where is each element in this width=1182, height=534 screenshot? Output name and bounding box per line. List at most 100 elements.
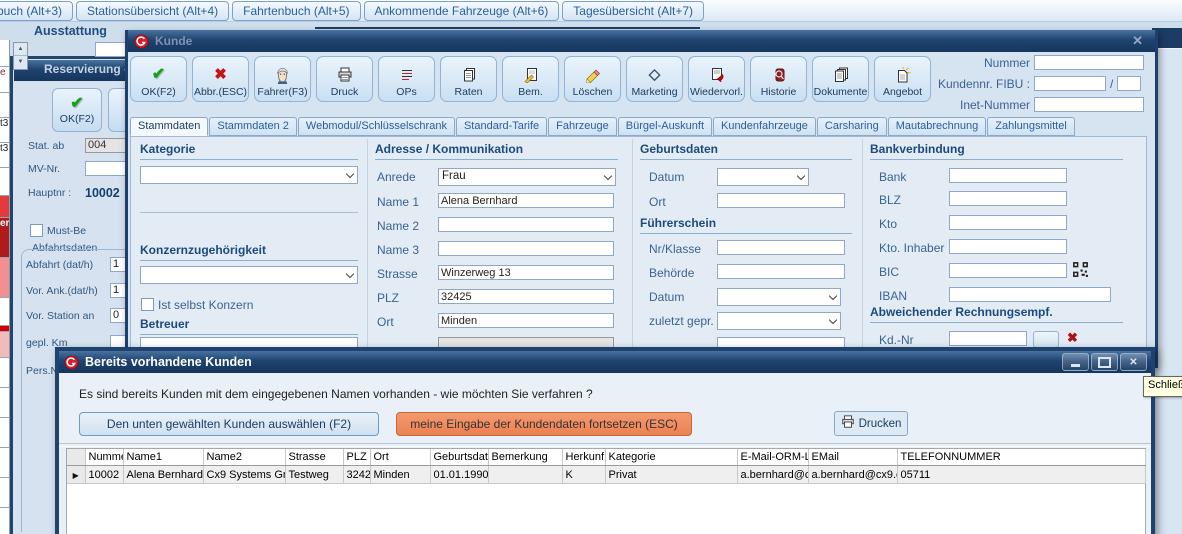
clear-x-icon[interactable]: ✖ [1067,330,1078,346]
abbrechen-button[interactable]: ✖ Abbr.(ESC) [192,56,249,102]
minimize-icon[interactable] [1062,353,1089,371]
kto-inhaber-field[interactable] [949,239,1067,254]
qr-code-icon[interactable] [1072,261,1089,283]
column-header[interactable]: Ort [370,449,430,466]
column-header[interactable]: EMail [808,449,897,466]
column-header[interactable]: Kategorie [605,449,737,466]
loeschen-button[interactable]: Löschen [564,56,621,102]
historie-button[interactable]: Historie [750,56,807,102]
anrede-select[interactable]: Frau [438,168,616,186]
tab-buergel-auskunft[interactable]: Bürgel-Auskunft [618,117,712,136]
kategorie-select[interactable] [140,166,358,184]
ops-button[interactable]: OPs [378,56,435,102]
cell-telefonnummer[interactable]: 05711 [897,466,1145,484]
kundennr-fibu-field[interactable] [1034,76,1106,91]
ort-field[interactable] [438,313,614,328]
marketing-button[interactable]: ◇ Marketing [626,56,683,102]
menu-tab-buch[interactable]: buch (Alt+3) [0,1,73,21]
cell-kategorie[interactable]: Privat [605,466,737,484]
ist-selbst-konzern-checkbox[interactable] [141,298,154,311]
bemerkung-button[interactable]: Bem. [502,56,559,102]
continue-entry-button[interactable]: meine Eingabe der Kundendaten fortsetzen… [396,412,692,436]
bank-field[interactable] [949,168,1067,183]
spinner-control[interactable]: ▲ ▼ [13,42,28,70]
kd-nr-lookup-button[interactable] [1033,331,1059,348]
druck-button[interactable]: Druck [316,56,373,102]
select-customer-button[interactable]: Den unten gewählten Kunden auswählen (F2… [79,412,379,436]
cell-ort[interactable]: Minden [370,466,430,484]
kundennr-fibu-field2[interactable] [1117,76,1141,91]
blz-field[interactable] [949,191,1067,206]
close-icon[interactable]: ✕ [1132,33,1143,49]
strasse-field[interactable] [438,265,614,280]
column-header[interactable]: E-Mail-ORM-Lo [737,449,808,466]
name2-field[interactable] [438,217,614,232]
must-be-checkbox[interactable] [30,224,43,237]
column-header[interactable]: Numme [85,449,123,466]
cell-name2[interactable]: Cx9 Systems Gm [203,466,285,484]
tab-stammdaten-2[interactable]: Stammdaten 2 [209,117,297,136]
nr-klasse-field[interactable] [717,240,845,255]
inet-nummer-field[interactable] [1034,97,1144,112]
cell-name1[interactable]: Alena Bernhard [123,466,203,484]
reservierung-ok-button[interactable]: ✔ OK(F2) [52,88,102,132]
iban-field[interactable] [949,287,1111,302]
geburt-datum-select[interactable] [717,168,809,186]
kto-field[interactable] [949,215,1067,230]
column-header[interactable]: Bemerkung [488,449,562,466]
tab-standard-tarife[interactable]: Standard-Tarife [456,117,547,136]
bic-field[interactable] [949,263,1067,278]
tab-zahlungsmittel[interactable]: Zahlungsmittel [987,117,1075,136]
fahrer-button[interactable]: Fahrer(F3) [254,56,311,102]
column-header[interactable]: PLZ [343,449,370,466]
behoerde-field[interactable] [717,264,845,279]
cell-bemerkung[interactable] [488,466,562,484]
column-header[interactable]: Geburtsdat [430,449,488,466]
spinner-up-icon[interactable]: ▲ [14,43,27,56]
spinner-down-icon[interactable]: ▼ [14,56,27,68]
tab-kundenfahrzeuge[interactable]: Kundenfahrzeuge [713,117,816,136]
menu-tab-stationsuebersicht[interactable]: Stationsübersicht (Alt+4) [76,1,229,21]
dokumente-button[interactable]: Dokumente [812,56,869,102]
menu-tab-ankommende-fahrzeuge[interactable]: Ankommende Fahrzeuge (Alt+6) [364,1,560,21]
tab-mautabrechnung[interactable]: Mautabrechnung [888,117,987,136]
tab-stammdaten[interactable]: Stammdaten [130,117,208,136]
menu-tab-fahrtenbuch[interactable]: Fahrtenbuch (Alt+5) [232,1,360,21]
plz-field[interactable] [438,289,614,304]
reservierung-title-bar[interactable]: Reservierung - D [14,60,138,81]
cell-strasse[interactable]: Testweg [285,466,343,484]
kd-nr-field[interactable] [949,331,1027,346]
column-header[interactable]: TELEFONNUMMER [897,449,1145,466]
raten-button[interactable]: Raten [440,56,497,102]
tab-webmodul[interactable]: Webmodul/Schlüsselschrank [298,117,455,136]
fs-datum-select[interactable] [717,288,841,306]
kunde-title-bar[interactable]: Kunde ✕ [128,30,1155,52]
customer-table[interactable]: Numme Name1 Name2 Strasse PLZ Ort Geburt… [67,449,1146,484]
tab-fahrzeuge[interactable]: Fahrzeuge [548,117,617,136]
ok-button[interactable]: ✔ OK(F2) [130,56,187,102]
ausstattung-field[interactable] [95,42,128,57]
cell-nummer[interactable]: 10002 [85,466,123,484]
table-row[interactable]: ▶ 10002 Alena Bernhard Cx9 Systems Gm Te… [67,466,1145,484]
konzern-select[interactable] [140,266,358,284]
column-header[interactable]: Strasse [285,449,343,466]
cell-geburtsdatum[interactable]: 01.01.1990 [430,466,488,484]
maximize-icon[interactable] [1091,353,1118,371]
name1-field[interactable] [438,193,614,208]
name3-field[interactable] [438,241,614,256]
cell-email[interactable]: a.bernhard@cx9.c [808,466,897,484]
zuletzt-gepr-select[interactable] [717,312,841,330]
cell-plz[interactable]: 3242! [343,466,370,484]
close-icon[interactable]: ✕ [1120,353,1147,371]
column-header[interactable]: Name2 [203,449,285,466]
menu-tab-tagesuebersicht[interactable]: Tagesübersicht (Alt+7) [562,1,704,21]
geburt-ort-field[interactable] [717,193,845,208]
cell-herkunft[interactable]: K [562,466,605,484]
tab-carsharing[interactable]: Carsharing [817,117,887,136]
dialog-title-bar[interactable]: Bereits vorhandene Kunden ✕ [59,351,1151,373]
wiedervorlage-button[interactable]: Wiedervorl. [688,56,745,102]
column-header[interactable]: Name1 [123,449,203,466]
cell-email-orm[interactable]: a.bernhard@cx [737,466,808,484]
nummer-field[interactable] [1034,55,1144,70]
column-header[interactable]: Herkunf [562,449,605,466]
